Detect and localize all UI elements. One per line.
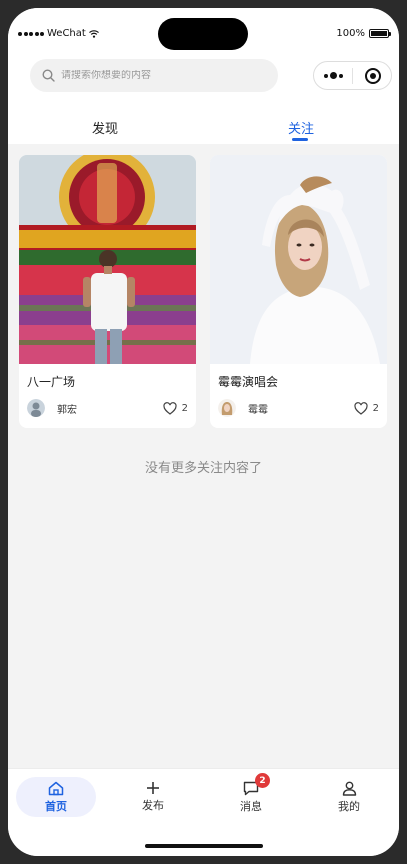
active-tab-indicator	[292, 138, 308, 141]
author-name[interactable]: 郭宏	[57, 401, 77, 416]
tabbar-item-publish[interactable]: 发布	[113, 777, 193, 817]
plus-icon	[147, 782, 159, 794]
tabbar-item-messages[interactable]: 消息 2	[211, 773, 291, 817]
search-input[interactable]	[61, 70, 251, 81]
carrier-name: WeChat	[47, 28, 86, 39]
tabbar-label: 我的	[338, 799, 360, 813]
post-footer: 霉霉 2	[218, 399, 379, 417]
signal-dots-icon	[18, 31, 44, 36]
like-count: 2	[181, 402, 188, 414]
tab-discover[interactable]: 发现	[92, 118, 118, 137]
like-button[interactable]: 2	[163, 401, 188, 415]
post-card[interactable]: 霉霉演唱会 霉霉 2	[210, 155, 387, 428]
author-name[interactable]: 霉霉	[248, 401, 268, 416]
tabbar-label: 消息	[240, 799, 262, 813]
post-image[interactable]	[210, 155, 387, 364]
unread-badge: 2	[255, 773, 270, 788]
phone-screen: WeChat 100% 发现 关注	[8, 8, 399, 856]
post-title: 霉霉演唱会	[218, 375, 279, 389]
empty-message: 没有更多关注内容了	[144, 461, 262, 476]
post-image[interactable]	[19, 155, 196, 364]
user-icon	[342, 781, 356, 796]
tabbar-item-me[interactable]: 我的	[309, 777, 389, 817]
battery-icon	[369, 29, 391, 38]
like-button[interactable]: 2	[354, 401, 379, 415]
close-mini-program-icon[interactable]	[365, 67, 381, 84]
home-icon	[48, 781, 64, 795]
tab-follow[interactable]: 关注	[288, 118, 314, 137]
mini-program-capsule	[313, 61, 392, 90]
post-footer: 郭宏 2	[27, 399, 188, 417]
like-count: 2	[372, 402, 379, 414]
home-indicator	[145, 844, 263, 848]
status-left: WeChat	[18, 28, 99, 39]
avatar[interactable]	[27, 399, 45, 417]
search-icon	[42, 69, 55, 82]
tabbar-label: 发布	[142, 799, 164, 812]
bottom-tab-bar: 首页 发布 消息 2 我的	[8, 768, 399, 856]
more-options-icon[interactable]	[324, 72, 343, 79]
search-bar[interactable]	[30, 59, 278, 92]
heart-icon	[163, 401, 177, 415]
avatar[interactable]	[218, 399, 236, 417]
heart-icon	[354, 401, 368, 415]
status-right: 100%	[336, 28, 391, 39]
battery-percent: 100%	[336, 28, 365, 39]
capsule-divider	[352, 67, 353, 84]
header: 发现 关注	[8, 56, 399, 144]
dynamic-island	[158, 18, 248, 50]
wifi-icon	[88, 29, 99, 38]
post-card[interactable]: 八一广场 郭宏 2	[19, 155, 196, 428]
tabbar-item-home[interactable]: 首页	[16, 777, 96, 817]
tabbar-label: 首页	[45, 799, 67, 813]
post-title: 八一广场	[27, 375, 76, 389]
